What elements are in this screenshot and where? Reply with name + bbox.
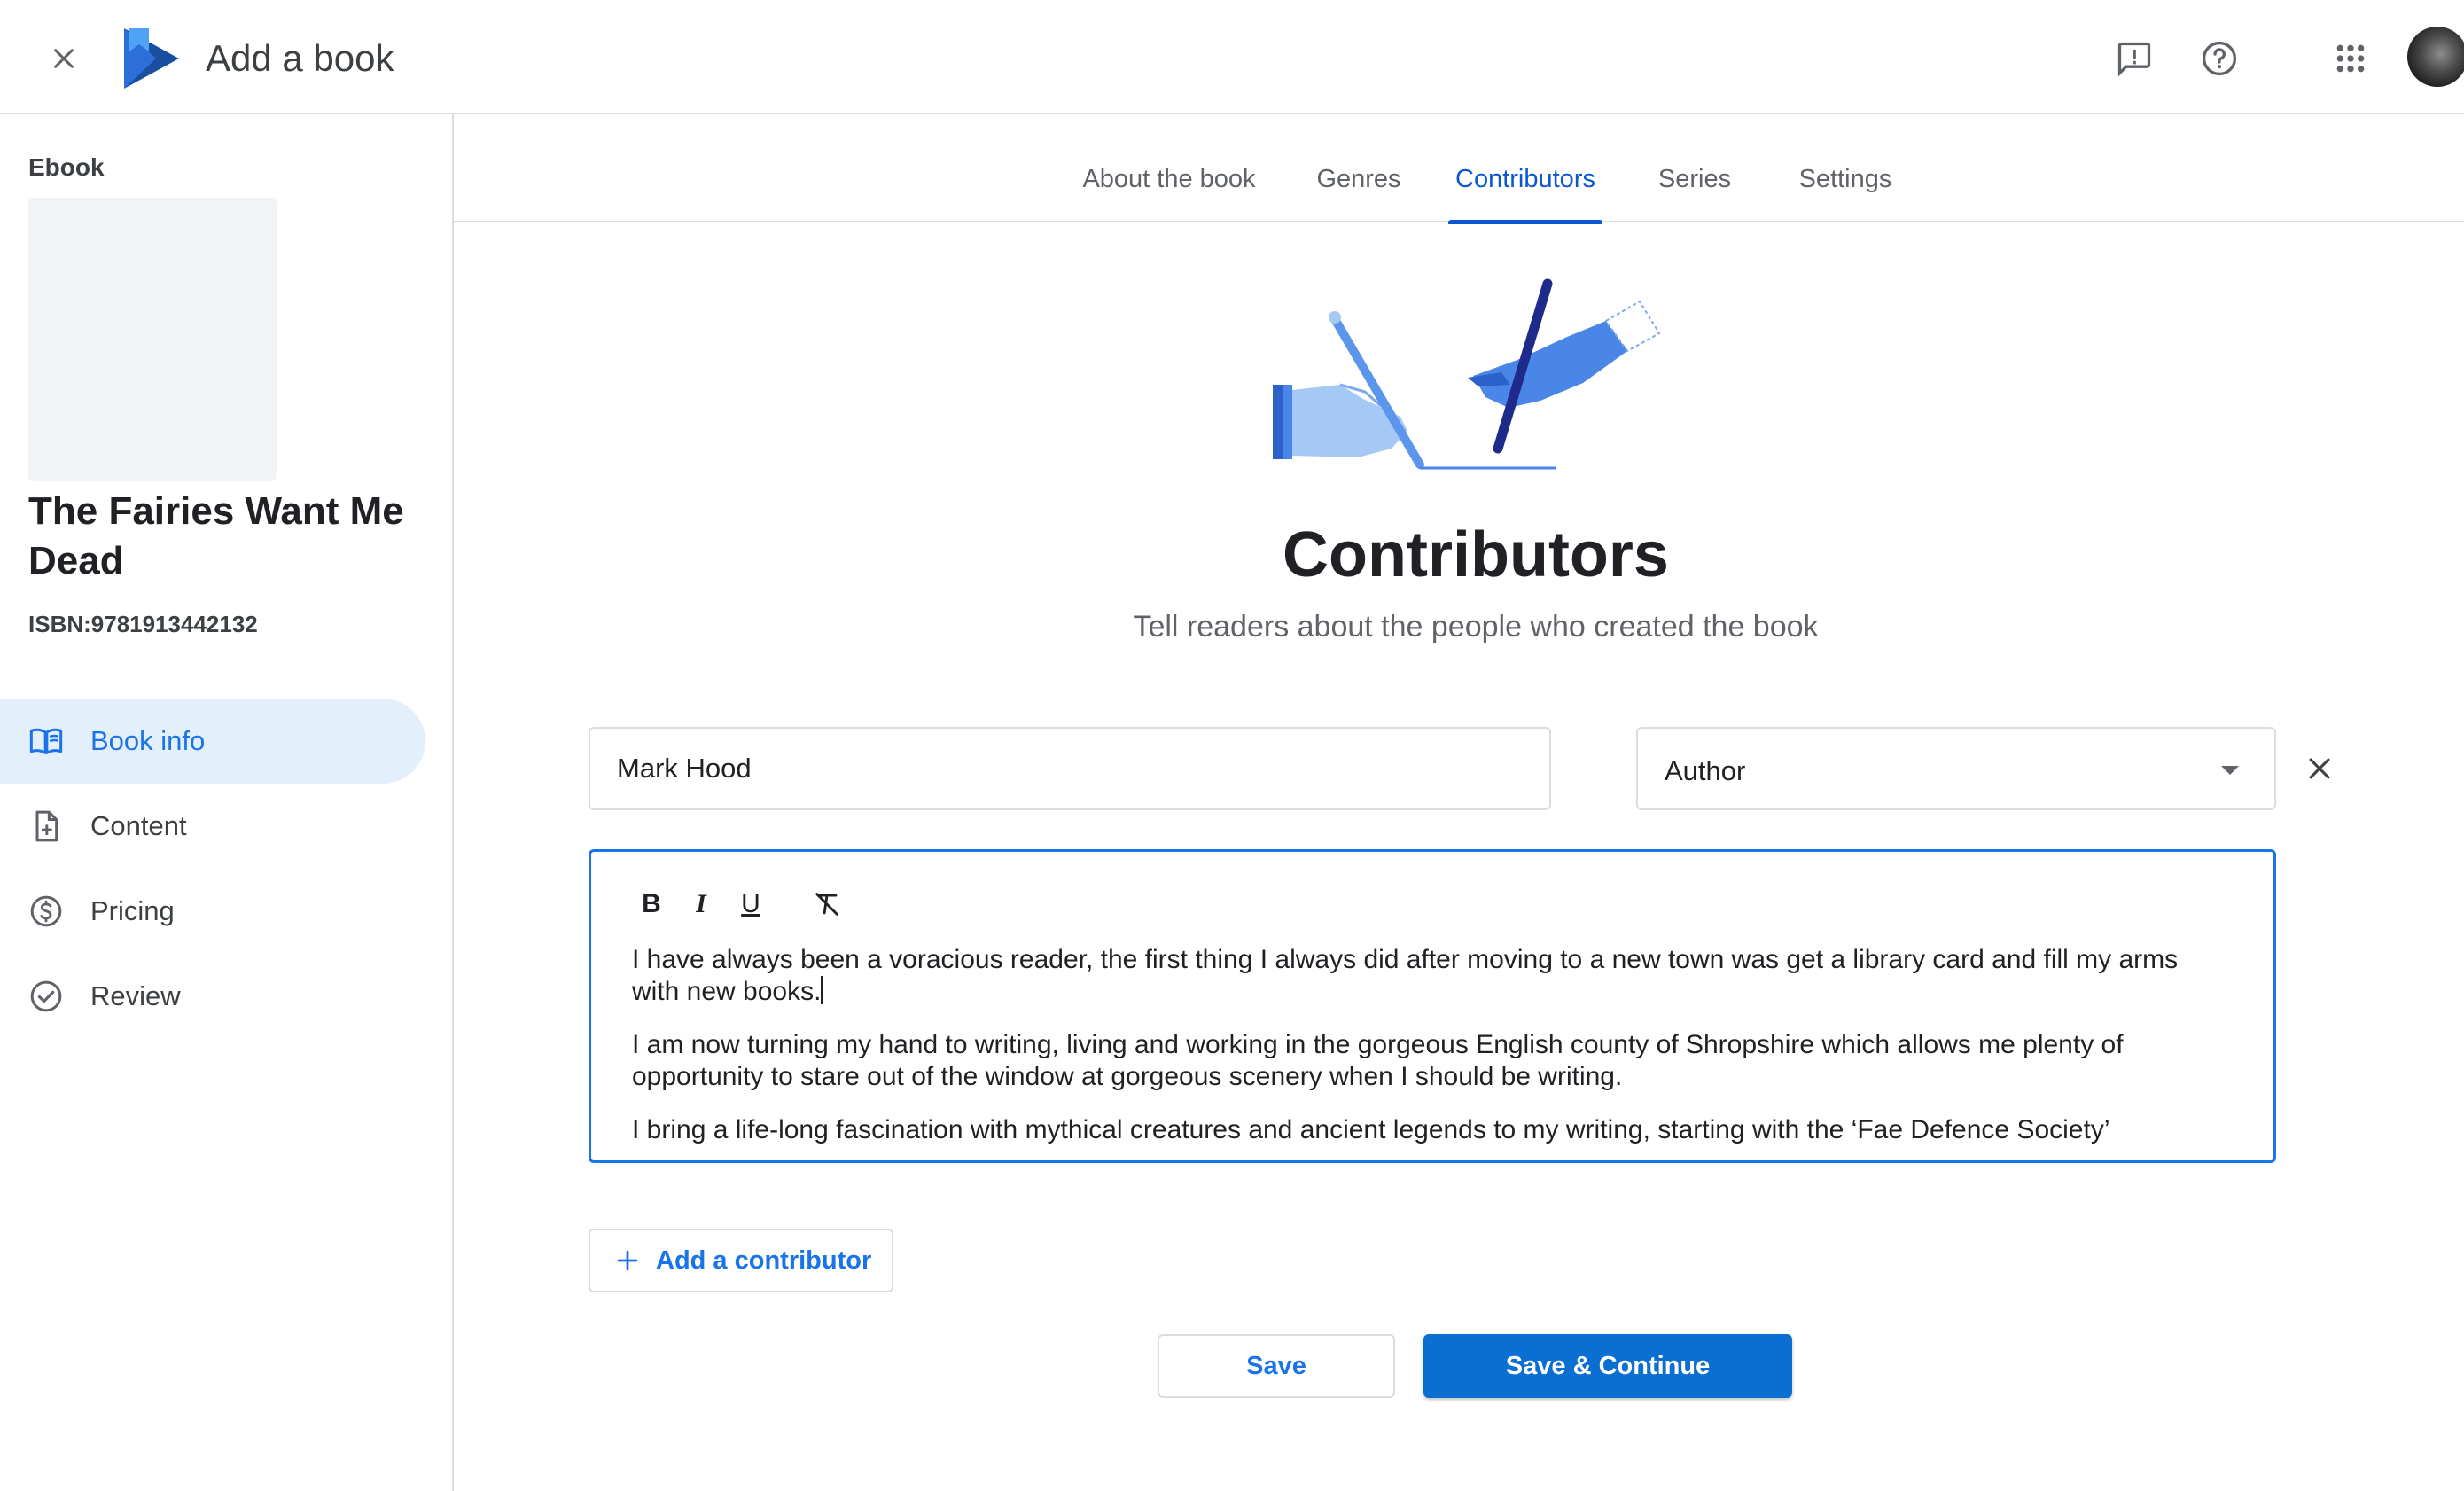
avatar[interactable] (2407, 27, 2464, 87)
check-circle-icon (28, 979, 64, 1014)
active-tab-indicator (1448, 220, 1602, 224)
book-cover-placeholder (28, 198, 277, 481)
add-contributor-label: Add a contributor (656, 1245, 872, 1275)
sidebar-item-book-info[interactable]: Book info (0, 699, 425, 784)
apps-grid-icon[interactable] (2326, 34, 2375, 83)
contributor-name-field[interactable] (589, 727, 1551, 810)
contributor-role-select[interactable]: Author (1636, 727, 2276, 810)
italic-button[interactable]: I (676, 882, 726, 926)
bold-button[interactable]: B (627, 882, 676, 926)
bio-paragraph: I have always been a voracious reader, t… (632, 945, 2179, 1006)
remove-contributor-icon[interactable] (2297, 746, 2342, 791)
sidebar-item-review[interactable]: Review (0, 954, 425, 1039)
top-app-bar: Add a book (0, 0, 2464, 114)
page-title: Contributors (1283, 519, 1669, 590)
save-button[interactable]: Save (1158, 1334, 1395, 1398)
add-contributor-button[interactable]: Add a contributor (589, 1229, 893, 1292)
contributor-bio-editor[interactable]: B I U I have always been a voracious rea… (589, 849, 2276, 1163)
isbn-label: ISBN:9781913442132 (28, 611, 258, 637)
sidebar-item-label: Content (90, 810, 187, 841)
text-caret (821, 976, 823, 1004)
tab-about-the-book[interactable]: About the book (1058, 114, 1280, 222)
role-selected-value: Author (1665, 755, 1746, 786)
dropdown-arrow-icon (2221, 766, 2239, 775)
tab-series[interactable]: Series (1652, 114, 1737, 222)
app-title: Add a book (206, 37, 394, 79)
plus-icon (612, 1245, 643, 1276)
tab-contributors[interactable]: Contributors (1448, 114, 1602, 224)
save-and-continue-button[interactable]: Save & Continue (1423, 1334, 1792, 1398)
tab-genres[interactable]: Genres (1301, 114, 1416, 222)
format-label: Ebook (28, 153, 105, 181)
book-open-icon (28, 723, 64, 759)
rich-text-toolbar: B I U (627, 882, 852, 926)
sidebar-item-label: Pricing (90, 895, 175, 926)
book-title: The Fairies Want Me Dead (28, 489, 404, 582)
contributors-illustration (1259, 275, 1684, 479)
clear-formatting-icon[interactable] (802, 882, 852, 926)
close-icon[interactable] (39, 34, 89, 83)
bio-paragraph: I am now turning my hand to writing, liv… (632, 1030, 2124, 1091)
bio-paragraph: I bring a life-long fascination with myt… (632, 1115, 2110, 1144)
underline-button[interactable]: U (726, 882, 776, 926)
sidebar-item-label: Review (90, 980, 181, 1011)
play-books-logo (121, 25, 183, 92)
file-add-icon (28, 808, 64, 844)
sidebar-item-label: Book info (90, 725, 206, 756)
tab-settings[interactable]: Settings (1783, 114, 1907, 222)
sidebar: Ebook The Fairies Want Me Dead ISBN:9781… (0, 114, 454, 1491)
page-subtitle: Tell readers about the people who create… (1133, 610, 1819, 644)
bio-text-area[interactable]: I have always been a voracious reader, t… (632, 944, 2227, 1160)
sidebar-item-content[interactable]: Content (0, 784, 425, 869)
sidebar-item-pricing[interactable]: Pricing (0, 869, 425, 954)
contributor-name-input[interactable] (590, 729, 1549, 808)
feedback-icon[interactable] (2109, 34, 2159, 83)
dollar-circle-icon (28, 894, 64, 929)
section-tabs: About the book Genres Contributors Serie… (454, 114, 2464, 224)
help-icon[interactable] (2195, 34, 2244, 83)
